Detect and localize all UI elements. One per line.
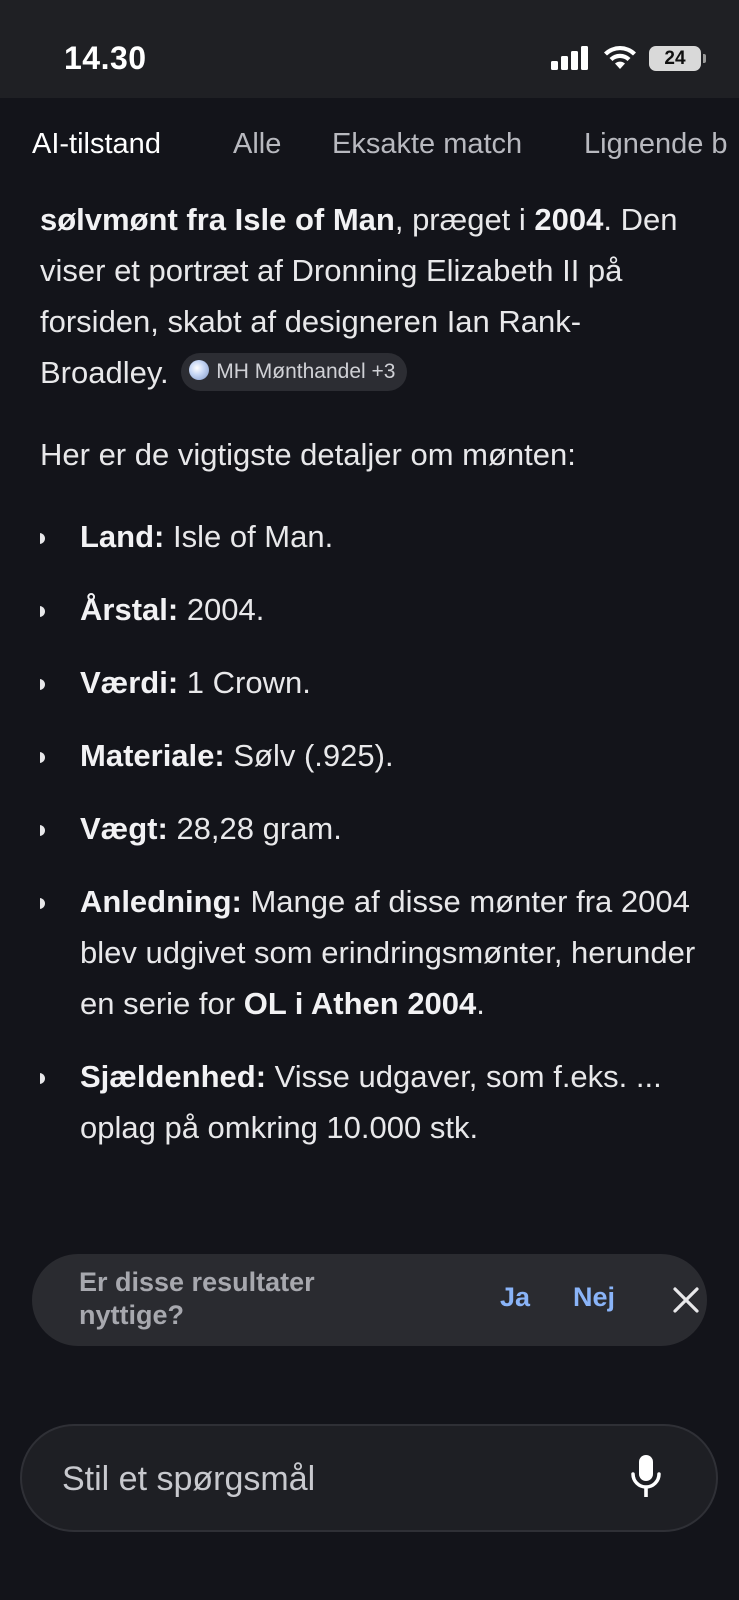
close-icon[interactable]: [670, 1284, 702, 1316]
list-item: Land: Isle of Man.: [40, 511, 700, 562]
fact-label: Værdi:: [80, 665, 179, 700]
fact-label: Vægt:: [80, 811, 168, 846]
fact-value: Isle of Man.: [164, 519, 334, 554]
search-tabs: AI-tilstand Alle Eksakte match Lignende …: [0, 98, 739, 194]
ai-answer: sølvmønt fra Isle of Man, præget i 2004.…: [40, 194, 700, 1394]
fact-value: Sølv (.925).: [224, 738, 394, 773]
status-time: 14.30: [64, 40, 147, 76]
fact-label: Materiale:: [80, 738, 225, 773]
intro-text: , præget i: [394, 202, 535, 237]
feedback-yes-button[interactable]: Ja: [500, 1282, 530, 1313]
intro-bold-coin: sølvmønt fra Isle of Man: [40, 202, 395, 237]
list-item: Anledning: Mange af disse mønter fra 200…: [40, 876, 700, 1029]
battery-level: 24: [664, 48, 686, 69]
battery-icon: 24: [649, 46, 701, 71]
feedback-no-button[interactable]: Nej: [573, 1282, 615, 1313]
microphone-icon[interactable]: [630, 1454, 662, 1500]
facts-list: Land: Isle of Man. Årstal: 2004. Værdi: …: [40, 511, 700, 1153]
list-item: Årstal: 2004.: [40, 584, 700, 635]
battery-tip: [703, 54, 706, 63]
cellular-signal-icon: [551, 46, 588, 70]
source-chip-label: MH Mønthandel +3: [216, 359, 396, 383]
list-item: Værdi: 1 Crown.: [40, 657, 700, 708]
fact-label: Sjældenhed:: [80, 1059, 267, 1094]
fact-label: Land:: [80, 519, 165, 554]
tab-exact-match[interactable]: Eksakte match: [332, 128, 522, 161]
tab-all[interactable]: Alle: [233, 128, 281, 161]
fact-value: 28,28 gram.: [167, 811, 342, 846]
tab-ai-mode[interactable]: AI-tilstand: [32, 128, 161, 161]
list-item: Materiale: Sølv (.925).: [40, 730, 700, 781]
feedback-toast: Er disse resultater nyttige? Ja Nej: [32, 1254, 707, 1346]
fact-tail: .: [476, 986, 485, 1021]
answer-intro: sølvmønt fra Isle of Man, præget i 2004.…: [40, 194, 700, 398]
list-item: Vægt: 28,28 gram.: [40, 803, 700, 854]
fact-label: Anledning:: [80, 884, 242, 919]
ask-input[interactable]: [60, 1454, 584, 1504]
source-chip[interactable]: MH Mønthandel +3: [181, 352, 408, 391]
intro-bold-year: 2004: [534, 202, 604, 237]
wifi-icon: [604, 46, 636, 69]
feedback-question: Er disse resultater nyttige?: [79, 1267, 315, 1330]
fact-bold-tail: OL i Athen 2004: [243, 986, 477, 1021]
globe-icon: [189, 360, 210, 381]
details-heading: Her er de vigtigste detaljer om mønten:: [40, 437, 576, 472]
tab-similar[interactable]: Lignende b: [584, 128, 728, 161]
fact-value: 1 Crown.: [178, 665, 311, 700]
fact-value: 2004.: [178, 592, 265, 627]
list-item: Sjældenhed: Visse udgaver, som f.eks. ..…: [40, 1051, 700, 1153]
ask-bar: [20, 1424, 718, 1532]
status-bar: 14.30 24: [0, 0, 739, 98]
fact-label: Årstal:: [80, 592, 179, 627]
